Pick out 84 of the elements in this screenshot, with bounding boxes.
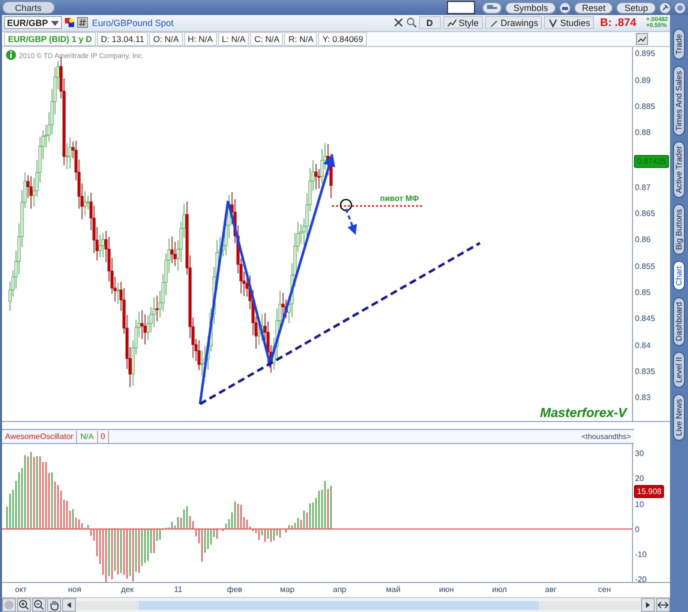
symbols-button[interactable]: Symbols — [505, 2, 556, 14]
quote-field: H: N/A — [184, 32, 217, 46]
month-label: сен — [598, 584, 612, 596]
month-label: дек — [121, 584, 135, 596]
drawings-button[interactable]: Drawings — [484, 16, 542, 30]
oscillator-tick: 30 — [634, 449, 644, 459]
price-tick: 0.885 — [634, 102, 656, 112]
price-tick: 0.86 — [634, 235, 651, 246]
month-label: фев — [227, 584, 244, 596]
price-tick: 0.89 — [634, 76, 651, 86]
symbol-field[interactable]: EUR/GBP — [4, 16, 62, 30]
studies-button[interactable]: Studies — [544, 16, 594, 30]
price-tick: 0.85 — [634, 288, 651, 298]
zoom-in-icon[interactable] — [17, 598, 31, 612]
dropdown-arrow-icon[interactable] — [51, 18, 59, 27]
setup-button[interactable]: Setup — [616, 2, 656, 14]
quote-field: O: N/A — [149, 32, 183, 46]
oscillator-tick: 20 — [634, 474, 644, 484]
side-tab[interactable]: Active Trader — [673, 141, 685, 198]
side-tab[interactable]: Chart — [673, 261, 685, 291]
side-tab[interactable]: Big Buttons — [673, 204, 685, 256]
month-label: июл — [492, 584, 508, 596]
line-chart-icon — [446, 18, 457, 28]
price-tick: 0.865 — [634, 209, 656, 220]
chart-settings-icon[interactable] — [636, 32, 648, 45]
side-tab[interactable]: Level II — [673, 352, 685, 388]
price-tick: 0.88 — [634, 128, 651, 138]
last-price-badge: 0.87435 — [634, 155, 669, 168]
period-button[interactable]: D — [418, 16, 441, 30]
shapes-icon[interactable] — [64, 17, 75, 28]
side-tab[interactable]: Trade — [673, 29, 685, 60]
month-label: июн — [439, 584, 455, 596]
price-tick: 0.83 — [634, 393, 651, 404]
study-value: N/A — [77, 430, 98, 443]
quote-field: C: N/A — [250, 32, 284, 46]
scrollbar-thumb[interactable] — [138, 600, 538, 610]
symbol-description-link[interactable]: Euro/GBPound Spot — [92, 18, 174, 28]
study-value: 0 — [98, 430, 110, 443]
month-label: 11 — [174, 584, 184, 596]
zoom-out-icon[interactable] — [32, 598, 46, 612]
bid-price: B: .874 — [600, 16, 638, 29]
style-button[interactable]: Style — [442, 16, 483, 30]
quote-field: R: N/A — [284, 32, 318, 46]
pivot-circle — [340, 199, 352, 212]
quote-field: D: 13.04.11 — [96, 32, 148, 46]
oscillator-tick: 10 — [634, 500, 644, 510]
month-label: май — [386, 584, 402, 596]
price-tick: 0.84 — [634, 340, 651, 351]
scrollbar[interactable] — [77, 600, 640, 610]
input-field[interactable] — [447, 1, 476, 14]
quote-field: Y: 0.84069 — [318, 32, 368, 46]
price-tick: 0.855 — [634, 262, 656, 272]
oscillator-tick: -10 — [634, 550, 647, 560]
reset-button[interactable]: Reset — [574, 2, 614, 14]
month-label: авг — [545, 584, 558, 596]
price-tick: 0.895 — [634, 49, 656, 60]
fit-icon[interactable] — [656, 598, 670, 612]
month-label: апр — [333, 584, 348, 596]
pivot-label: пивот МФ — [380, 194, 419, 204]
side-tab[interactable]: Times And Sales — [673, 66, 685, 136]
info-icon[interactable] — [6, 50, 16, 60]
oscillator-tick: 0 — [634, 524, 640, 535]
price-tick: 0.87 — [634, 182, 651, 193]
side-tab[interactable]: Dashboard — [673, 296, 685, 346]
hash-icon[interactable] — [77, 17, 88, 28]
help-icon[interactable] — [674, 2, 686, 14]
signature-text: Masterforex-V — [540, 405, 627, 420]
magnifier-icon[interactable] — [406, 17, 417, 28]
month-label: окт — [15, 584, 28, 596]
month-label: мар — [280, 584, 296, 596]
quote-field: L: N/A — [218, 32, 250, 46]
chart-title: EUR/GBP (BID) 1 y D — [4, 32, 96, 46]
scroll-right-icon[interactable] — [641, 598, 655, 612]
charts-tab[interactable]: Charts — [2, 1, 55, 14]
month-label: ноя — [68, 584, 82, 596]
last-value-badge: 15.908 — [634, 485, 664, 498]
scroll-left-icon[interactable] — [62, 598, 76, 612]
price-tick: 0.835 — [634, 366, 656, 377]
study-name: AwesomeOscillator — [2, 430, 78, 443]
price-tick: 0.845 — [634, 314, 656, 324]
side-tab[interactable]: Live News — [673, 394, 685, 441]
oscillator-tick: -20 — [634, 575, 647, 586]
dashed-arrow — [345, 208, 357, 236]
hand-icon[interactable] — [47, 598, 61, 612]
